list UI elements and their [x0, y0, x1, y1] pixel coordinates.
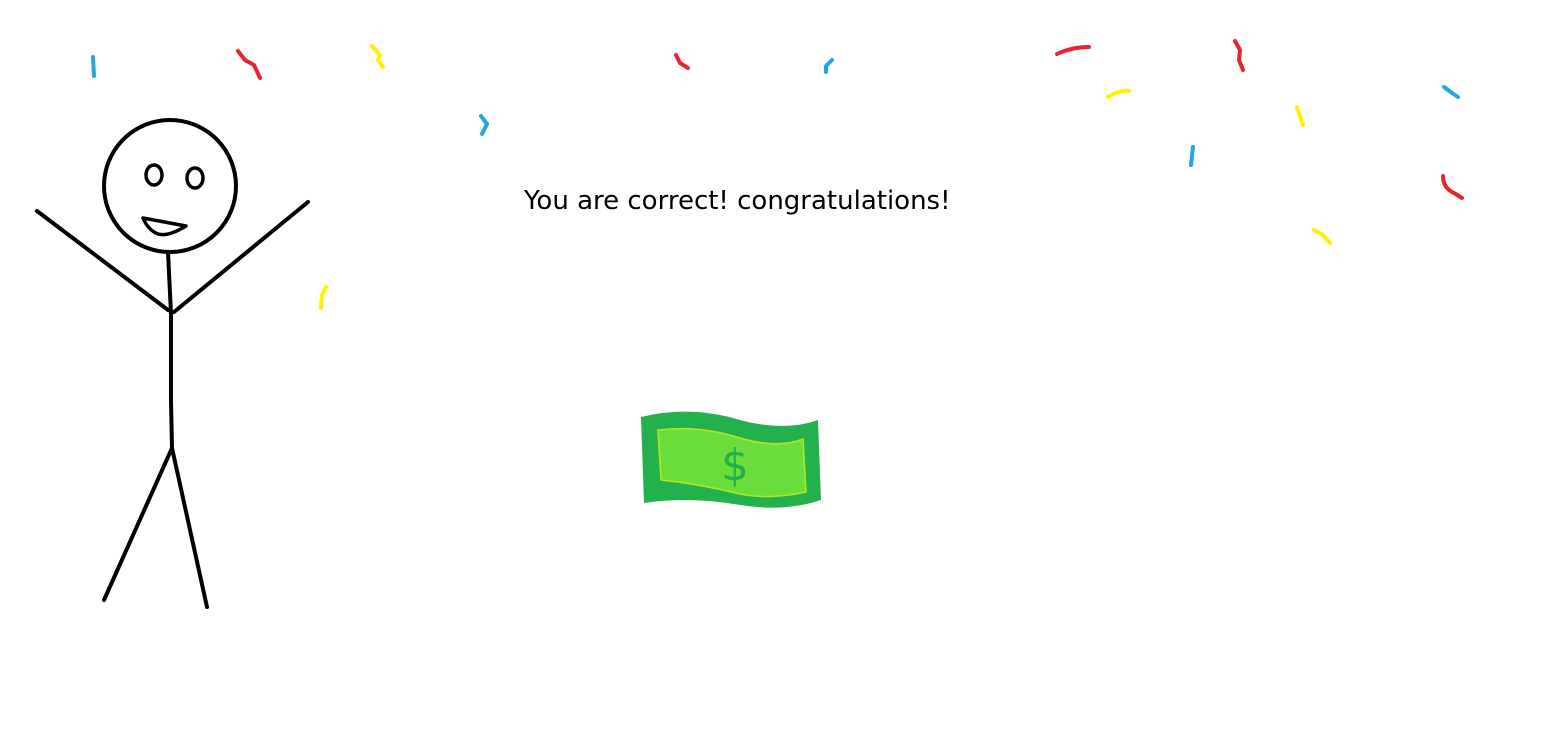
confetti-piece — [674, 53, 690, 70]
confetti-piece — [1055, 45, 1091, 56]
dollar-symbol: $ — [721, 440, 749, 491]
celebration-scene: $ — [35, 39, 1464, 609]
right-eye — [185, 166, 205, 190]
confetti-piece — [1441, 174, 1464, 200]
right-arm — [172, 200, 310, 314]
confetti-piece — [1442, 85, 1460, 99]
right-leg — [170, 446, 209, 609]
confetti-piece — [1312, 228, 1332, 245]
confetti-piece — [91, 55, 96, 78]
body — [166, 250, 174, 450]
congratulations-message: You are correct! congratulations! — [524, 186, 951, 216]
confetti-piece — [319, 285, 328, 310]
confetti-piece — [479, 114, 489, 136]
confetti-piece — [236, 49, 262, 80]
left-leg — [102, 446, 174, 602]
confetti-piece — [1189, 145, 1195, 167]
confetti-icon — [91, 39, 1464, 310]
smile — [141, 216, 188, 237]
confetti-piece — [1233, 39, 1245, 72]
confetti-piece — [824, 58, 834, 74]
stick-figure-icon — [35, 118, 310, 609]
confetti-piece — [370, 44, 385, 69]
left-eye — [144, 163, 164, 187]
dollar-bill-icon: $ — [641, 411, 821, 508]
confetti-piece — [1295, 105, 1305, 127]
celebration-canvas: $ You are correct! congratulations! — [0, 0, 1546, 754]
confetti-piece — [1106, 88, 1131, 99]
